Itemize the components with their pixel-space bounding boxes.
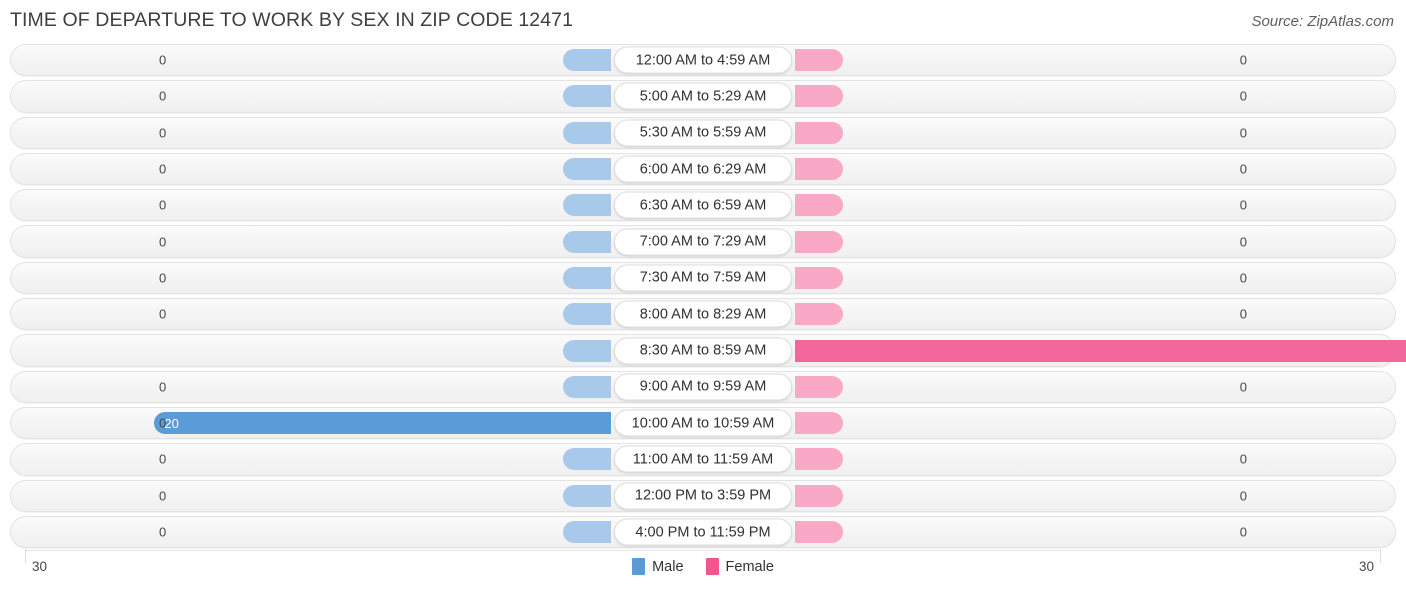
female-value-label: 0 — [159, 88, 167, 104]
category-label-pill[interactable]: 12:00 PM to 3:59 PM — [614, 482, 792, 510]
axis-line — [25, 550, 1381, 552]
female-value-label: 0 — [159, 524, 167, 540]
male-value-label: 0 — [1239, 197, 1247, 213]
category-label-pill[interactable]: 6:00 AM to 6:29 AM — [614, 155, 792, 183]
chart-row[interactable]: 0 0 7:00 AM to 7:29 AM — [10, 223, 1396, 259]
male-value-label: 0 — [1239, 524, 1247, 540]
female-bar[interactable] — [795, 303, 843, 326]
female-bar[interactable] — [795, 158, 843, 181]
female-value-label: 0 — [159, 451, 167, 467]
legend-swatch-female-icon — [705, 558, 719, 576]
chart-page: TIME OF DEPARTURE TO WORK BY SEX IN ZIP … — [0, 0, 1406, 595]
male-value-label: 0 — [1239, 379, 1247, 395]
male-value-label: 0 — [1239, 270, 1247, 286]
female-bar[interactable] — [795, 484, 843, 507]
chart-header: TIME OF DEPARTURE TO WORK BY SEX IN ZIP … — [0, 0, 1406, 42]
legend-label-female: Female — [725, 558, 774, 575]
male-bar[interactable] — [563, 484, 611, 507]
chart-row[interactable]: 0 0 6:30 AM to 6:59 AM — [10, 187, 1396, 223]
female-bar[interactable] — [795, 230, 843, 253]
female-value-label: 0 — [159, 306, 167, 322]
chart-row[interactable]: 0 0 9:00 AM to 9:59 AM — [10, 369, 1396, 405]
category-label-pill[interactable]: 6:30 AM to 6:59 AM — [614, 191, 792, 219]
female-bar[interactable] — [795, 266, 843, 289]
female-value-label: 0 — [159, 379, 167, 395]
legend-item-male[interactable]: Male — [632, 558, 684, 576]
male-value-label: 0 — [1239, 234, 1247, 250]
male-bar[interactable] — [563, 85, 611, 108]
female-value-label: 0 — [159, 270, 167, 286]
male-bar[interactable] — [563, 194, 611, 217]
female-bar[interactable] — [795, 121, 843, 144]
female-bar[interactable] — [795, 49, 843, 72]
chart-row[interactable]: 20 0 10:00 AM to 10:59 AM — [10, 405, 1396, 441]
male-value-label: 0 — [1239, 161, 1247, 177]
bar-chart-rows: 0 0 12:00 AM to 4:59 AM 0 0 5:00 AM to 5:29 A… — [10, 42, 1406, 550]
category-label-pill[interactable]: 7:00 AM to 7:29 AM — [614, 228, 792, 256]
male-bar[interactable] — [563, 339, 611, 362]
male-value-label: 0 — [1239, 52, 1247, 68]
female-value-label: 0 — [159, 197, 167, 213]
chart-row[interactable]: 0 0 12:00 PM to 3:59 PM — [10, 478, 1396, 514]
category-label-pill[interactable]: 11:00 AM to 11:59 AM — [614, 445, 792, 473]
female-bar[interactable] — [795, 412, 843, 435]
male-bar[interactable] — [563, 521, 611, 543]
source-attribution: Source: ZipAtlas.com — [1251, 13, 1394, 30]
legend-label-male: Male — [652, 558, 684, 575]
chart-row[interactable]: 0 0 7:30 AM to 7:59 AM — [10, 260, 1396, 296]
female-bar[interactable] — [795, 521, 843, 543]
male-bar[interactable] — [563, 158, 611, 181]
category-label-pill[interactable]: 12:00 AM to 4:59 AM — [614, 46, 792, 74]
chart-legend: Male Female — [10, 558, 1396, 576]
female-bar[interactable] — [795, 194, 843, 217]
legend-item-female[interactable]: Female — [705, 558, 774, 576]
female-bar[interactable] — [795, 375, 843, 398]
chart-footer: 30 30 Male Female — [10, 549, 1396, 590]
chart-row[interactable]: 0 0 12:00 AM to 4:59 AM — [10, 42, 1396, 78]
category-label-pill[interactable]: 7:30 AM to 7:59 AM — [614, 264, 792, 292]
female-value-label: 0 — [159, 125, 167, 141]
male-bar[interactable] — [563, 121, 611, 144]
male-bar[interactable] — [563, 375, 611, 398]
legend-swatch-male-icon — [632, 558, 646, 576]
male-bar[interactable] — [563, 49, 611, 72]
female-bar[interactable]: 30 — [795, 339, 1406, 362]
male-bar[interactable] — [563, 230, 611, 253]
page-title: TIME OF DEPARTURE TO WORK BY SEX IN ZIP … — [10, 9, 574, 31]
male-value-label: 0 — [1239, 488, 1247, 504]
chart-row[interactable]: 0 0 4:00 PM to 11:59 PM — [10, 514, 1396, 550]
female-value-label: 0 — [159, 415, 167, 431]
male-bar[interactable] — [563, 266, 611, 289]
category-label-pill[interactable]: 9:00 AM to 9:59 AM — [614, 373, 792, 401]
male-bar[interactable] — [563, 303, 611, 326]
female-value-label: 0 — [159, 52, 167, 68]
category-label-pill[interactable]: 5:30 AM to 5:59 AM — [614, 119, 792, 147]
category-label-pill[interactable]: 5:00 AM to 5:29 AM — [614, 82, 792, 110]
male-value-label: 0 — [1239, 306, 1247, 322]
male-value-label: 0 — [1239, 451, 1247, 467]
male-value-label: 0 — [1239, 88, 1247, 104]
chart-row[interactable]: 0 0 5:00 AM to 5:29 AM — [10, 78, 1396, 114]
category-label-pill[interactable]: 10:00 AM to 10:59 AM — [614, 409, 792, 437]
category-label-pill[interactable]: 8:30 AM to 8:59 AM — [614, 337, 792, 365]
male-value-label: 0 — [1239, 125, 1247, 141]
female-value-label: 0 — [159, 161, 167, 177]
female-value-label: 0 — [159, 234, 167, 250]
chart-row[interactable]: 0 0 11:00 AM to 11:59 AM — [10, 441, 1396, 477]
category-label-pill[interactable]: 8:00 AM to 8:29 AM — [614, 300, 792, 328]
chart-row[interactable]: 0 0 5:30 AM to 5:59 AM — [10, 115, 1396, 151]
female-value-label: 0 — [159, 488, 167, 504]
chart-row[interactable]: 0 0 6:00 AM to 6:29 AM — [10, 151, 1396, 187]
category-label-pill[interactable]: 4:00 PM to 11:59 PM — [614, 518, 792, 546]
male-bar[interactable]: 20 — [154, 412, 611, 435]
female-bar[interactable] — [795, 448, 843, 471]
chart-row[interactable]: 0 0 8:00 AM to 8:29 AM — [10, 296, 1396, 332]
chart-row[interactable]: 0308:30 AM to 8:59 AM — [10, 332, 1406, 368]
male-bar[interactable] — [563, 448, 611, 471]
female-bar[interactable] — [795, 85, 843, 108]
